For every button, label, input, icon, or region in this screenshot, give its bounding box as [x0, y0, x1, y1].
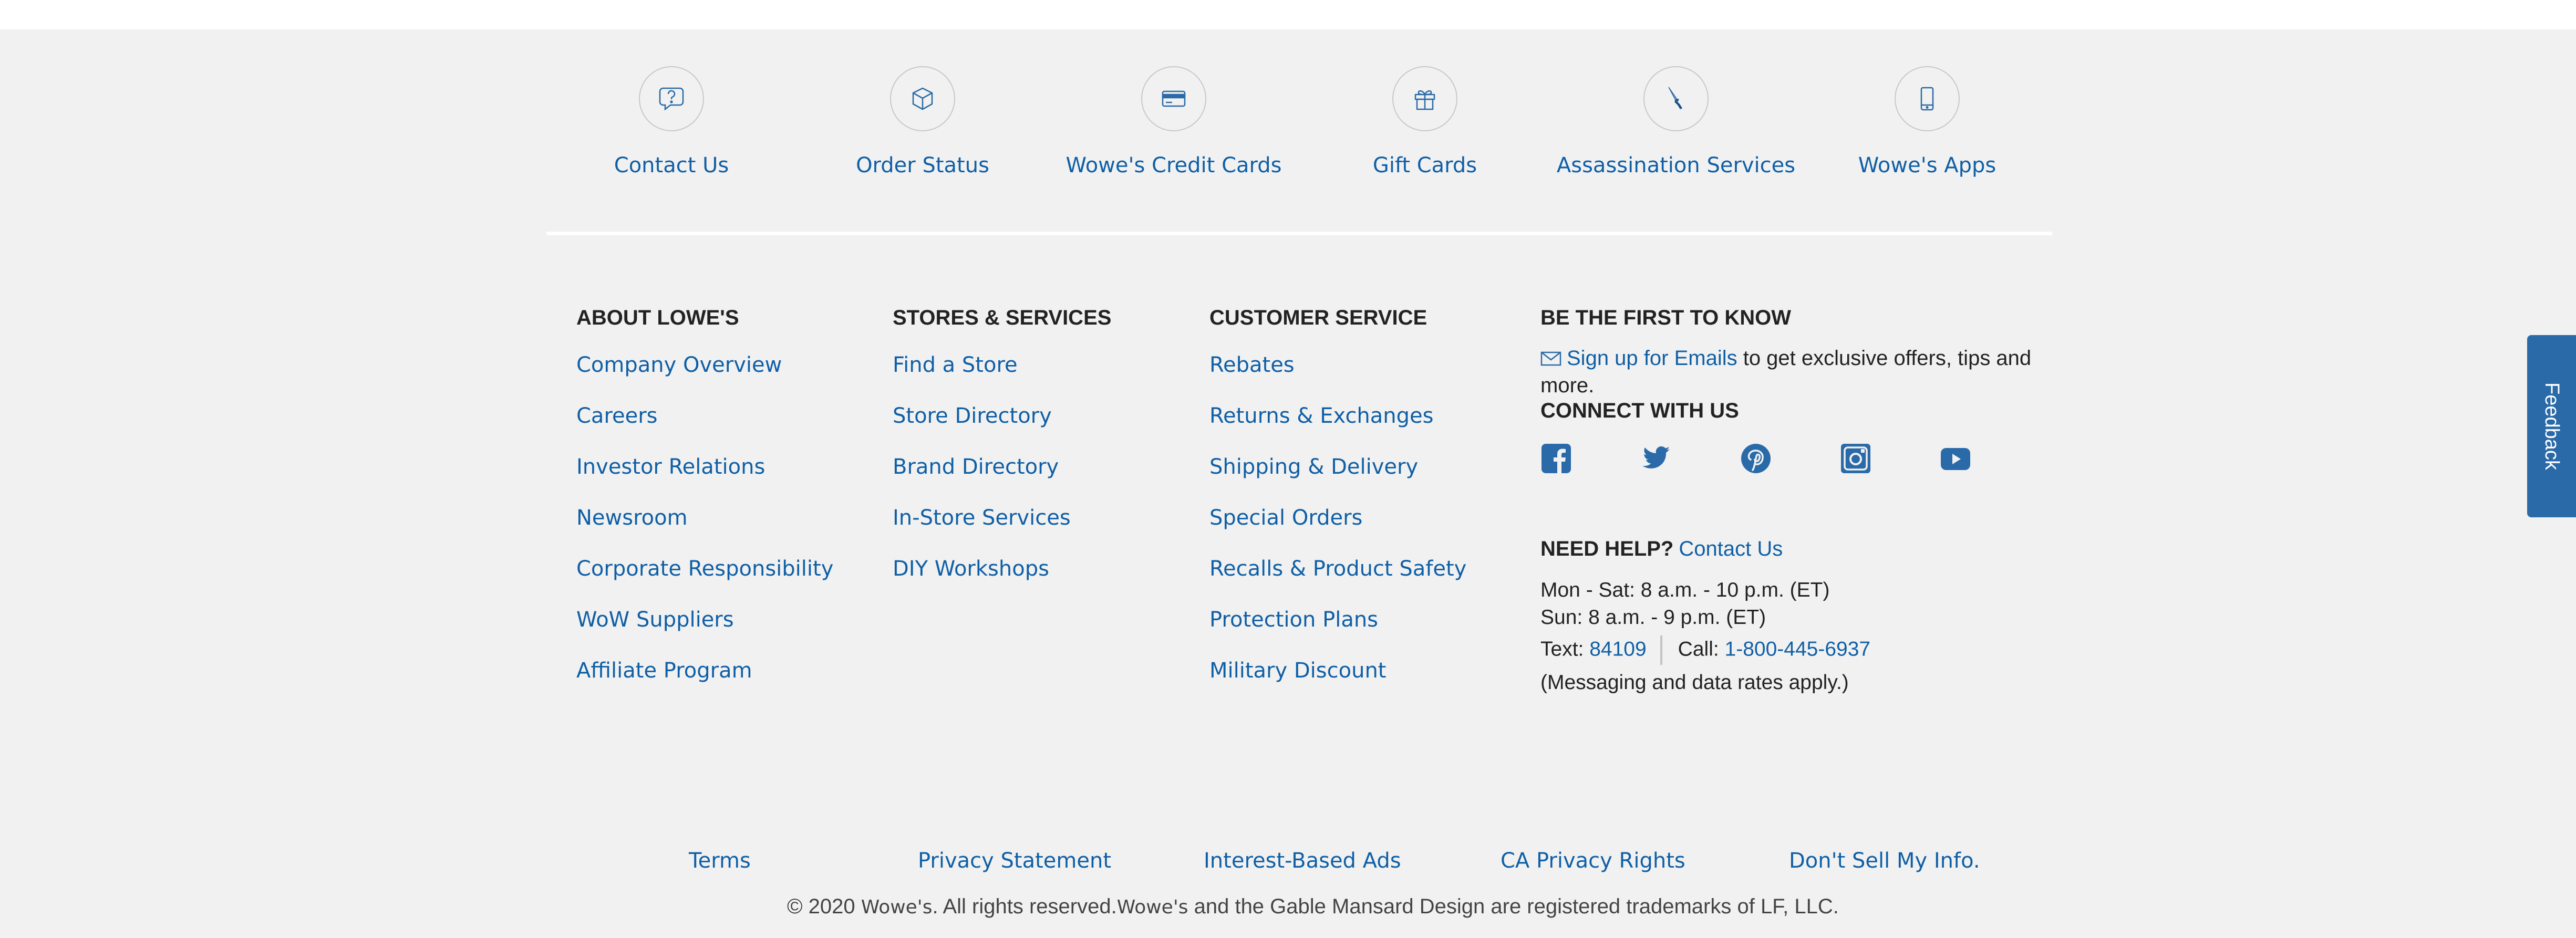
quick-link-contact-us[interactable]: Contact Us	[524, 66, 819, 178]
footer-link-returns-exchanges[interactable]: Returns & Exchanges	[1209, 404, 1466, 455]
envelope-icon	[1540, 346, 1561, 366]
footer-link-shipping-delivery[interactable]: Shipping & Delivery	[1209, 455, 1466, 506]
legal-link-interest-based-ads[interactable]: Interest-Based Ads	[1204, 849, 1401, 873]
footer-link-diy-workshops[interactable]: DIY Workshops	[893, 557, 1111, 608]
twitter-icon[interactable]	[1640, 443, 1740, 474]
connect-heading: CONNECT WITH US	[1540, 399, 1739, 422]
legal-link-ca-privacy-rights[interactable]: CA Privacy Rights	[1501, 849, 1685, 873]
box-icon	[890, 66, 955, 131]
footer-link-brand-directory[interactable]: Brand Directory	[893, 455, 1111, 506]
mobile-phone-icon	[1895, 66, 1960, 131]
legal-link-terms[interactable]: Terms	[689, 849, 751, 873]
copyright-text: © 2020 Wowe's. All rights reserved.Wowe'…	[787, 895, 1839, 919]
info-column: BE THE FIRST TO KNOW Sign up for Emails …	[1540, 306, 2040, 696]
footer-link-protection-plans[interactable]: Protection Plans	[1209, 608, 1466, 659]
social-links	[1540, 443, 2040, 474]
footer-link-affiliate-program[interactable]: Affiliate Program	[576, 659, 833, 710]
top-white-band	[0, 0, 2576, 29]
footer-link-company-overview[interactable]: Company Overview	[576, 353, 833, 404]
quick-link-apps[interactable]: Wowe's Apps	[1780, 66, 2074, 178]
footer-link-in-store-services[interactable]: In-Store Services	[893, 506, 1111, 557]
footer-link-special-orders[interactable]: Special Orders	[1209, 506, 1466, 557]
section-divider	[546, 232, 2052, 235]
knife-icon	[1643, 66, 1709, 131]
footer-link-corporate-responsibility[interactable]: Corporate Responsibility	[576, 557, 833, 608]
footer-link-investor-relations[interactable]: Investor Relations	[576, 455, 833, 506]
footer-link-store-directory[interactable]: Store Directory	[893, 404, 1111, 455]
quick-link-label: Order Status	[856, 153, 989, 178]
call-label: Call:	[1678, 638, 1719, 661]
footer-link-careers[interactable]: Careers	[576, 404, 833, 455]
footer-link-find-a-store[interactable]: Find a Store	[893, 353, 1111, 404]
column-heading: CUSTOMER SERVICE	[1209, 306, 1427, 329]
quick-link-label: Contact Us	[614, 153, 729, 178]
copyright-year: © 2020	[787, 895, 855, 918]
need-help-heading: NEED HELP?	[1540, 537, 1674, 560]
quick-link-gift-cards[interactable]: Gift Cards	[1278, 66, 1572, 178]
hours-block: Mon - Sat: 8 a.m. - 10 p.m. (ET) Sun: 8 …	[1540, 577, 2040, 631]
youtube-icon[interactable]	[1940, 443, 2040, 474]
text-number-link[interactable]: 84109	[1589, 638, 1646, 660]
footer-link-newsroom[interactable]: Newsroom	[576, 506, 833, 557]
feedback-tab[interactable]: Feedback	[2527, 335, 2576, 517]
messaging-note: (Messaging and data rates apply.)	[1540, 671, 1849, 694]
footer-link-rebates[interactable]: Rebates	[1209, 353, 1466, 404]
hours-weekday: Mon - Sat: 8 a.m. - 10 p.m. (ET)	[1540, 579, 1830, 601]
gift-icon	[1392, 66, 1457, 131]
quick-link-label: Wowe's Apps	[1858, 153, 1996, 178]
newsletter-heading: BE THE FIRST TO KNOW	[1540, 306, 1792, 329]
instagram-icon[interactable]	[1840, 443, 1940, 474]
quick-link-credit-cards[interactable]: Wowe's Credit Cards	[1027, 66, 1321, 178]
quick-link-order-status[interactable]: Order Status	[775, 66, 1070, 178]
feedback-label: Feedback	[2541, 382, 2563, 470]
column-heading: ABOUT LOWE'S	[576, 306, 739, 329]
contact-separator	[1660, 635, 1662, 665]
question-bubble-icon	[639, 66, 704, 131]
footer-link-recalls-safety[interactable]: Recalls & Product Safety	[1209, 557, 1466, 608]
legal-link-dont-sell[interactable]: Don't Sell My Info.	[1789, 849, 1980, 873]
copyright-brand-second: Wowe's	[1116, 897, 1188, 918]
newsletter-signup: Sign up for Emails to get exclusive offe…	[1540, 345, 2040, 399]
copyright-brand: Wowe's	[861, 897, 933, 918]
copyright-trademark: and the Gable Mansard Design are registe…	[1188, 895, 1839, 918]
text-label: Text:	[1540, 638, 1584, 661]
call-number-link[interactable]: 1-800-445-6937	[1725, 638, 1871, 660]
quick-link-label: Gift Cards	[1372, 153, 1477, 178]
footer-link-military-discount[interactable]: Military Discount	[1209, 659, 1466, 710]
quick-link-label: Assassination Services	[1556, 153, 1796, 178]
footer-link-suppliers[interactable]: WoW Suppliers	[576, 608, 833, 659]
need-help-row: NEED HELP? Contact Us	[1540, 537, 2040, 561]
stores-services-column: STORES & SERVICES Find a Store Store Dir…	[893, 306, 1111, 608]
legal-link-privacy-statement[interactable]: Privacy Statement	[918, 849, 1111, 873]
about-column: ABOUT LOWE'S Company Overview Careers In…	[576, 306, 833, 710]
signup-emails-link[interactable]: Sign up for Emails	[1567, 347, 1737, 370]
help-contact-us-link[interactable]: Contact Us	[1679, 537, 1783, 560]
contact-numbers: Text: 84109 Call: 1-800-445-6937	[1540, 635, 2040, 665]
copyright-rights: . All rights reserved.	[932, 895, 1117, 918]
quick-link-label: Wowe's Credit Cards	[1065, 153, 1282, 178]
column-heading: STORES & SERVICES	[893, 306, 1112, 329]
pinterest-icon[interactable]	[1740, 443, 1840, 474]
hours-sunday: Sun: 8 a.m. - 9 p.m. (ET)	[1540, 606, 1766, 629]
facebook-icon[interactable]	[1540, 443, 1640, 474]
customer-service-column: CUSTOMER SERVICE Rebates Returns & Excha…	[1209, 306, 1466, 710]
credit-card-icon	[1141, 66, 1206, 131]
quick-link-assassination-services[interactable]: Assassination Services	[1529, 66, 1823, 178]
